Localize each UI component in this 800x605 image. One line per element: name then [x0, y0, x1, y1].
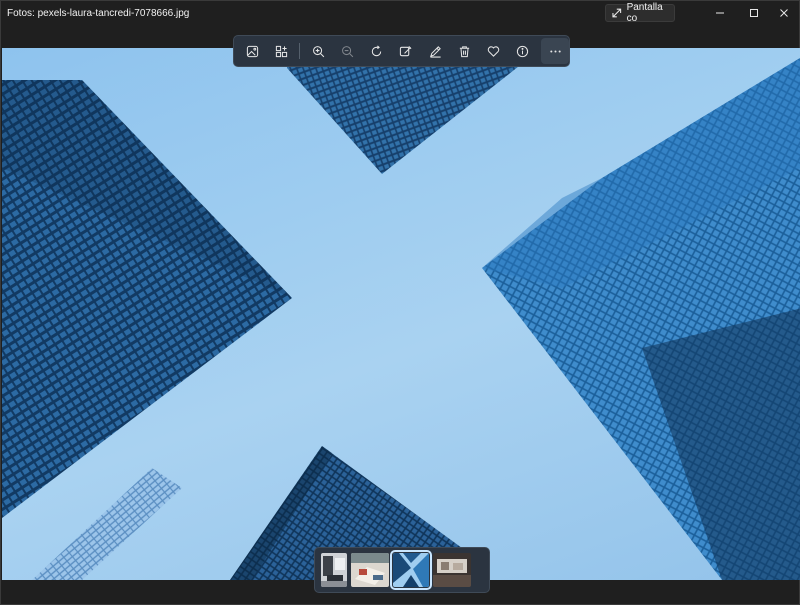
rotate-icon: [371, 45, 382, 56]
image-icon: [246, 45, 259, 57]
minimize-icon: [716, 12, 724, 14]
thumb-office-image: [321, 553, 347, 587]
delete-icon: [459, 45, 469, 57]
photo-toolbar: [233, 35, 570, 67]
draw-button[interactable]: [420, 38, 449, 64]
favorite-button[interactable]: [479, 38, 508, 64]
draw-icon: [429, 45, 441, 58]
filmstrip: [314, 547, 490, 593]
info-icon: [517, 45, 529, 57]
close-button[interactable]: [767, 1, 800, 25]
fullscreen-button[interactable]: Pantalla co: [605, 2, 675, 24]
more-button[interactable]: [541, 38, 570, 64]
skyscrapers-photo: [2, 48, 800, 580]
window-title: Fotos: pexels-laura-tancredi-7078666.jpg: [7, 8, 190, 19]
gallery-add-button[interactable]: [267, 38, 296, 64]
info-button[interactable]: [508, 38, 537, 64]
zoom-out-button[interactable]: [333, 38, 362, 64]
delete-button[interactable]: [450, 38, 479, 64]
maximize-icon: [750, 9, 758, 17]
toolbar-separator: [299, 43, 301, 59]
maximize-button[interactable]: [737, 1, 771, 25]
expand-icon: [612, 8, 622, 18]
image-button[interactable]: [238, 38, 267, 64]
more-icon: [549, 49, 561, 53]
edit-image-icon: [400, 45, 412, 56]
title-bar: Fotos: pexels-laura-tancredi-7078666.jpg…: [1, 1, 800, 25]
thumb-room[interactable]: [433, 553, 471, 587]
thumb-desk[interactable]: [351, 553, 389, 587]
gallery-add-icon: [276, 45, 288, 57]
thumb-room-image: [433, 553, 471, 587]
thumb-office[interactable]: [321, 553, 347, 587]
thumb-desk-image: [351, 553, 389, 587]
favorite-icon: [487, 45, 500, 57]
rotate-button[interactable]: [362, 38, 391, 64]
thumb-buildings[interactable]: [390, 550, 432, 590]
edit-image-button[interactable]: [391, 38, 420, 64]
fullscreen-label: Pantalla co: [626, 2, 663, 24]
photo-canvas[interactable]: [2, 48, 800, 580]
photos-window: Fotos: pexels-laura-tancredi-7078666.jpg…: [0, 0, 800, 605]
zoom-in-button[interactable]: [303, 38, 332, 64]
close-icon: [780, 9, 788, 17]
zoom-out-icon: [341, 45, 354, 57]
zoom-in-icon: [312, 45, 324, 57]
minimize-button[interactable]: [703, 1, 737, 25]
thumb-buildings-image: [393, 553, 429, 587]
